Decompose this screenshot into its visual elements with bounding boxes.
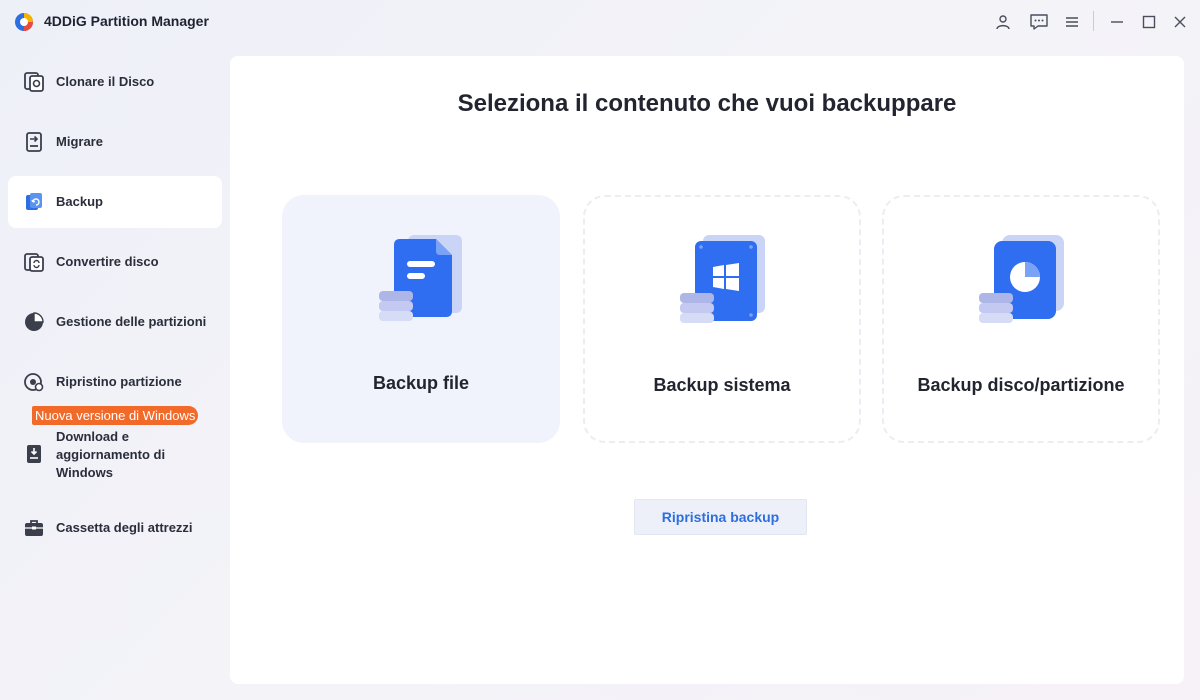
card-label: Backup file [372, 373, 470, 393]
card-backup-disk-partition[interactable]: Backup disco/partizione [882, 195, 1160, 443]
sidebar-item-windows-download[interactable]: Download e aggiornamento di Windows [8, 424, 222, 486]
sidebar-item-clone-disk[interactable]: Clonare il Disco [8, 56, 222, 108]
sidebar-item-label: Backup [56, 194, 103, 209]
system-backup-icon [680, 235, 765, 323]
sidebar: Clonare il Disco Migrare Backup Converti… [0, 52, 230, 692]
app-title: 4DDiG Partition Manager [44, 13, 209, 29]
disk-partition-backup-icon [979, 235, 1064, 323]
titlebar-divider [1093, 11, 1094, 31]
sidebar-item-label: Clonare il Disco [56, 74, 155, 89]
migrate-icon [23, 131, 45, 153]
sidebar-item-convert-disk[interactable]: Convertire disco [8, 236, 222, 288]
menu-icon[interactable] [1060, 10, 1084, 34]
file-backup-icon [379, 235, 462, 321]
sidebar-item-partition-recovery[interactable]: Ripristino partizione [8, 356, 222, 408]
sidebar-item-label: Gestione delle partizioni [56, 314, 207, 329]
maximize-icon[interactable] [1137, 10, 1161, 34]
convert-disk-icon [23, 251, 45, 273]
new-windows-version-badge: Nuova versione di Windows [32, 406, 199, 425]
sidebar-item-label: Ripristino partizione [56, 374, 182, 389]
sidebar-item-migrate[interactable]: Migrare [8, 116, 222, 168]
feedback-icon[interactable] [1027, 10, 1051, 34]
partition-pie-icon [23, 311, 45, 333]
sidebar-item-partition-management[interactable]: Gestione delle partizioni [8, 296, 222, 348]
title-bar: 4DDiG Partition Manager [0, 0, 1200, 44]
minimize-icon[interactable] [1105, 10, 1129, 34]
sidebar-item-backup[interactable]: Backup [8, 176, 222, 228]
card-backup-system[interactable]: Backup sistema [583, 195, 861, 443]
clone-disk-icon [23, 71, 45, 93]
app-logo-icon [15, 13, 33, 31]
restore-backup-button[interactable]: Ripristina backup [634, 499, 807, 535]
page-title: Seleziona il contenuto che vuoi backuppa… [457, 90, 957, 117]
windows-download-icon [23, 443, 45, 465]
card-label: Backup sistema [653, 375, 791, 395]
sidebar-item-label: Download e aggiornamento di Windows [56, 429, 166, 480]
sidebar-item-label: Migrare [56, 134, 103, 149]
main-panel: Seleziona il contenuto che vuoi backuppa… [230, 56, 1184, 684]
card-backup-file[interactable]: Backup file [282, 195, 560, 443]
backup-icon [23, 191, 45, 213]
card-label: Backup disco/partizione [917, 375, 1125, 395]
close-icon[interactable] [1168, 10, 1192, 34]
user-icon[interactable] [991, 10, 1015, 34]
toolbox-icon [23, 517, 45, 539]
sidebar-item-label: Cassetta degli attrezzi [56, 520, 193, 535]
sidebar-item-toolbox[interactable]: Cassetta degli attrezzi [8, 502, 222, 554]
sidebar-item-label: Convertire disco [56, 254, 159, 269]
partition-recovery-icon [23, 371, 45, 393]
